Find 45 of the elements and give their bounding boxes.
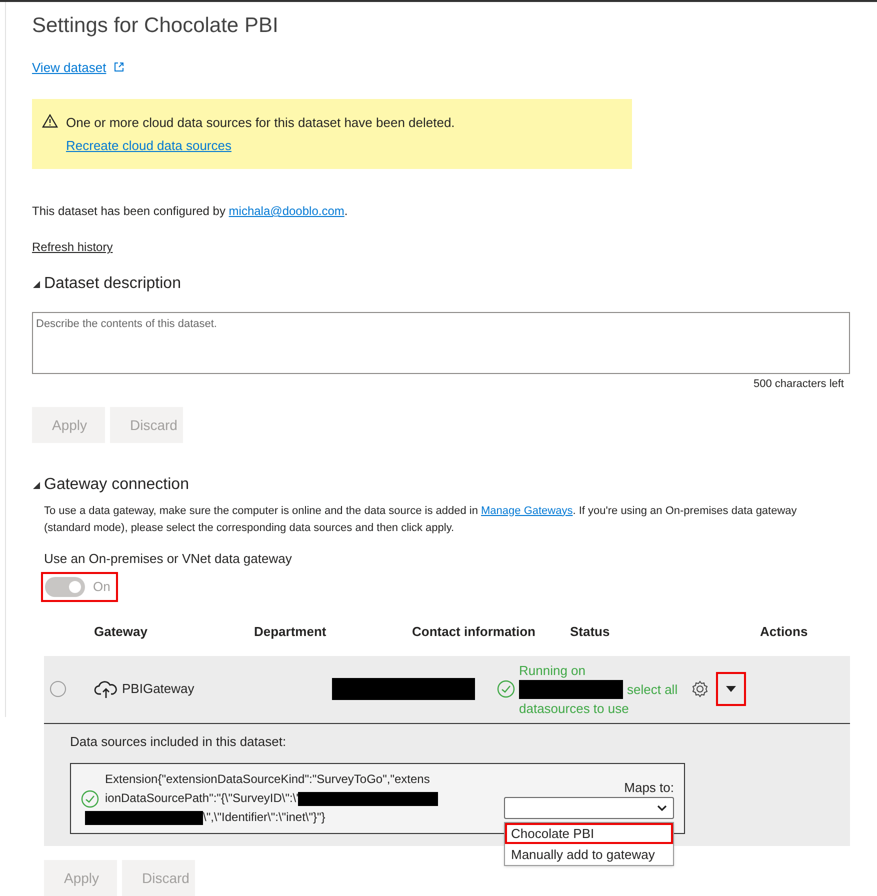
column-header: Status	[570, 623, 611, 641]
settings-icon[interactable]	[691, 680, 709, 698]
chevron-down-icon	[657, 805, 667, 812]
email-link[interactable]: michala@dooblo.com	[228, 204, 344, 218]
toggle-label: Use an On-premises or VNet data gateway	[44, 550, 293, 568]
section-title: Gateway connection	[44, 474, 189, 494]
caret-down-icon	[726, 686, 736, 692]
maps-to-label: Maps to:	[624, 778, 674, 797]
external-link-icon	[114, 62, 124, 72]
gateway-name: PBIGateway	[122, 680, 196, 698]
gateway-row[interactable]: PBIGateway Running on select all datasources to use	[44, 656, 850, 724]
description-field[interactable]: Describe the contents of this dataset.	[32, 312, 850, 374]
collapse-caret-icon[interactable]	[32, 480, 40, 488]
warning-icon	[42, 114, 58, 128]
expand-button[interactable]	[716, 672, 746, 706]
recreate-sources-link[interactable]: Recreate cloud data sources	[66, 136, 232, 155]
maps-to-dropdown[interactable]	[504, 797, 674, 820]
sources-title: Data sources included in this dataset:	[70, 732, 288, 750]
data-source-text: \",\"Identifier\":\"inet\"}"}	[203, 809, 326, 826]
view-dataset-link[interactable]: View dataset	[32, 58, 106, 77]
gateway-info-text: To use a data gateway, make sure the computer is online and the data source is added in Manage Gateways. If you're using an On-premises data gateway (standard mode), please select the corresponding data sources and then click apply.	[44, 504, 798, 536]
column-header: Department	[254, 623, 328, 641]
dropdown-option[interactable]: Manually add to gateway	[505, 844, 673, 865]
configured-by-text: This dataset has been configured by michala@dooblo.com.	[32, 203, 349, 220]
dropdown-option[interactable]: Chocolate PBI	[505, 823, 673, 844]
data-source-text: ionDataSourcePath":"{\"SurveyID\":\'	[105, 790, 298, 807]
status-text: Running on	[519, 662, 586, 680]
cloud-upload-icon	[94, 679, 118, 699]
refresh-history-link[interactable]: Refresh history	[32, 238, 113, 256]
toggle-state: On	[93, 578, 112, 596]
section-title: Dataset description	[44, 274, 181, 294]
check-circle-icon	[81, 790, 99, 808]
row-radio[interactable]	[50, 681, 66, 697]
status-text: datasources to use	[519, 700, 630, 718]
data-source-text: Extension{"extensionDataSourceKind":"SurveyToGo","extens	[105, 771, 431, 788]
column-header: Actions	[760, 623, 809, 641]
manage-gateways-link[interactable]: Manage Gateways	[481, 504, 573, 516]
warning-message: One or more cloud data sources for this dataset have been deleted.	[66, 114, 455, 132]
character-counter: 500 characters left	[754, 377, 844, 392]
column-header: Contact information	[412, 623, 536, 641]
page-title: Settings for Chocolate PBI	[32, 13, 280, 39]
column-header: Gateway	[94, 623, 148, 641]
status-text: select all	[627, 680, 678, 698]
collapse-caret-icon[interactable]	[32, 280, 40, 288]
check-circle-icon	[497, 680, 515, 698]
